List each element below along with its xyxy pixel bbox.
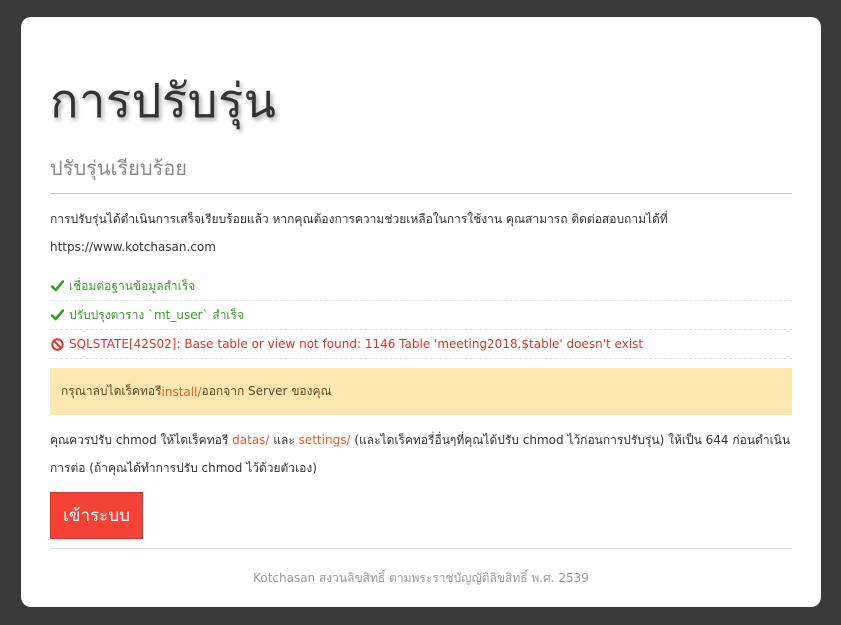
- settings-dir: settings/: [298, 433, 351, 447]
- page-subtitle: ปรับรุ่นเรียบร้อย: [50, 156, 188, 180]
- login-button[interactable]: เข้าระบบ: [50, 492, 143, 539]
- status-item-table-update: ปรับปรุงตาราง `mt_user` สำเร็จ: [50, 301, 792, 330]
- check-icon: [50, 308, 64, 322]
- page-title: การปรับรุ่น: [50, 74, 277, 129]
- chmod-note-line2: การต่อ (ถ้าคุณได้ทำการปรับ chmod ไว้ด้วย…: [50, 461, 317, 475]
- status-list: เชื่อมต่อฐานข้อมูลสำเร็จ ปรับปรุงตาราง `…: [50, 272, 792, 359]
- chmod-text: (และไดเร็คทอรี่อื่นๆที่คุณได้ปรับ chmod …: [350, 433, 791, 447]
- status-text: ปรับปรุงตาราง `mt_user` สำเร็จ: [69, 307, 245, 322]
- ban-icon: [50, 337, 64, 351]
- install-dir: install/: [161, 384, 202, 399]
- datas-dir: datas/: [232, 433, 270, 447]
- status-item-db-connect: เชื่อมต่อฐานข้อมูลสำเร็จ: [50, 272, 792, 301]
- status-text: เชื่อมต่อฐานข้อมูลสำเร็จ: [69, 278, 196, 293]
- status-item-sql-error: SQLSTATE[42S02]: Base table or view not …: [50, 330, 792, 359]
- divider: [50, 193, 792, 194]
- warning-text-end: ออกจาก Server ของคุณ: [201, 384, 332, 398]
- footer-copyright: Kotchasan สงวนลิขสิทธิ์ ตามพระราชบัญญัติ…: [253, 571, 589, 585]
- warning-text: กรุณาลบไดเร็คทอรี: [61, 384, 162, 398]
- status-text: SQLSTATE[42S02]: Base table or view not …: [69, 337, 644, 351]
- intro-text: การปรับรุ่นได้ดำเนินการเสร็จเรียบร้อยแล้…: [50, 212, 668, 226]
- chmod-text: และ: [269, 433, 299, 447]
- check-icon: [50, 279, 64, 293]
- support-url: https://www.kotchasan.com: [50, 240, 216, 254]
- upgrade-card: การปรับรุ่น ปรับรุ่นเรียบร้อย การปรับรุ่…: [21, 17, 821, 607]
- footer-divider: [50, 548, 792, 549]
- chmod-text: คุณควรปรับ chmod ให้ไดเร็คทอรี: [50, 433, 233, 447]
- chmod-note-line1: คุณควรปรับ chmod ให้ไดเร็คทอรี datas/ แล…: [50, 426, 790, 454]
- warning-box: กรุณาลบไดเร็คทอรี install/ ออกจาก Server…: [50, 368, 792, 415]
